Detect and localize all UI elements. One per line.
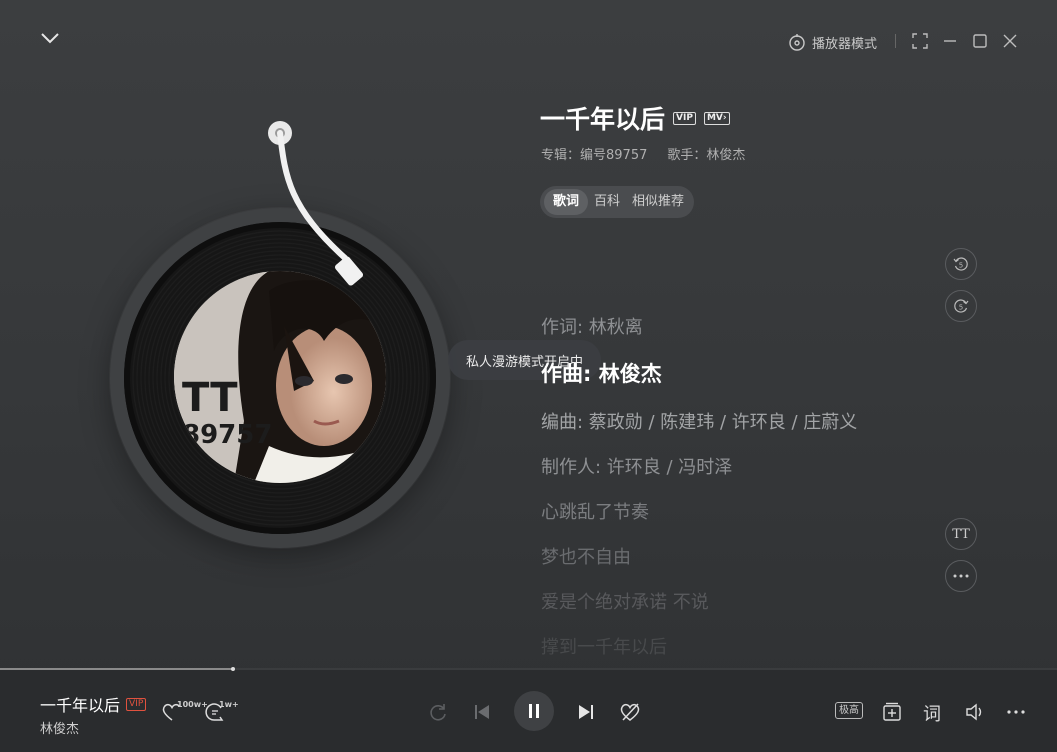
lyrics-toggle-button[interactable]: 词 xyxy=(923,700,941,726)
ellipsis-icon xyxy=(953,574,969,578)
fullscreen-icon xyxy=(912,33,928,49)
tab-wiki[interactable]: 百科 xyxy=(588,189,626,215)
album-cover[interactable]: 89757 TT xyxy=(174,271,386,483)
collapse-button[interactable] xyxy=(38,28,62,48)
comment-count: 1w+ xyxy=(219,700,239,709)
album-art-image: 89757 TT xyxy=(174,271,386,483)
player-mode-button[interactable]: 播放器模式 xyxy=(788,32,877,52)
vip-badge: VIP xyxy=(673,111,696,125)
song-meta: 专辑：编号89757 歌手：林俊杰 xyxy=(541,144,745,163)
minimize-button[interactable] xyxy=(940,31,960,51)
now-playing-artist[interactable]: 林俊杰 xyxy=(40,718,79,737)
more-options-button[interactable] xyxy=(945,560,977,592)
font-size-icon: TT xyxy=(952,526,970,542)
lyric-rewind-button[interactable]: 5 xyxy=(945,248,977,280)
vinyl-icon xyxy=(789,34,805,51)
lyric-line[interactable]: 爱是个绝对承诺 不说 xyxy=(541,588,709,614)
lyric-line[interactable]: 编曲: 蔡政勋 / 陈建玮 / 许环良 / 庄蔚义 xyxy=(541,408,857,434)
topbar-divider xyxy=(895,34,896,48)
repeat-icon xyxy=(430,704,446,721)
album-link[interactable]: 专辑：编号89757 xyxy=(541,144,647,163)
close-button[interactable] xyxy=(1000,31,1020,51)
lyric-line[interactable]: 作词: 林秋离 xyxy=(541,313,643,339)
more-button[interactable] xyxy=(1004,700,1028,724)
add-to-playlist-button[interactable] xyxy=(880,700,904,724)
forward-5s-icon: 5 xyxy=(954,299,969,313)
now-playing-title-row: 一千年以后 VIP xyxy=(40,692,147,716)
svg-text:5: 5 xyxy=(959,304,963,312)
lyric-line[interactable]: 制作人: 许环良 / 冯时泽 xyxy=(541,453,732,479)
player-mode-label: 播放器模式 xyxy=(812,36,878,52)
lyric-line[interactable]: 梦也不自由 xyxy=(541,543,631,569)
minimize-icon xyxy=(944,40,956,42)
add-playlist-icon xyxy=(883,702,901,721)
next-icon xyxy=(579,705,593,719)
volume-button[interactable] xyxy=(963,700,987,724)
fullscreen-button[interactable] xyxy=(910,31,930,51)
repeat-button[interactable] xyxy=(426,700,450,724)
tab-similar[interactable]: 相似推荐 xyxy=(626,189,690,215)
lyric-line[interactable]: 心跳乱了节奏 xyxy=(541,498,649,524)
pause-button[interactable] xyxy=(514,691,554,731)
pause-icon xyxy=(529,704,539,718)
close-icon xyxy=(1003,34,1017,48)
ellipsis-icon xyxy=(1007,710,1025,714)
maximize-button[interactable] xyxy=(970,31,990,51)
speaker-icon xyxy=(966,703,982,721)
font-size-button[interactable]: TT xyxy=(945,518,977,550)
album-cover-mark: TT xyxy=(182,375,238,421)
previous-icon xyxy=(475,705,489,719)
artist-link[interactable]: 歌手：林俊杰 xyxy=(667,144,745,163)
mv-badge[interactable]: MV› xyxy=(703,111,730,125)
now-playing-title[interactable]: 一千年以后 xyxy=(40,692,120,716)
song-title: 一千年以后 xyxy=(540,105,666,134)
broken-heart-icon xyxy=(620,703,640,721)
song-title-row: 一千年以后 VIP MV› xyxy=(540,100,730,136)
tonearm-icon xyxy=(268,121,364,286)
quality-button[interactable]: 极高 xyxy=(835,702,863,719)
lyric-forward-button[interactable]: 5 xyxy=(945,290,977,322)
svg-text:5: 5 xyxy=(959,262,963,270)
progress-fill xyxy=(0,668,233,670)
dislike-button[interactable] xyxy=(618,700,642,724)
next-button[interactable] xyxy=(574,700,598,724)
info-tabs: 歌词 百科 相似推荐 xyxy=(540,186,695,218)
rewind-5s-icon: 5 xyxy=(953,257,968,271)
maximize-icon xyxy=(973,34,987,48)
previous-button[interactable] xyxy=(470,700,494,724)
tab-lyrics[interactable]: 歌词 xyxy=(544,189,589,215)
progress-handle[interactable] xyxy=(230,667,235,671)
tonearm xyxy=(260,118,380,298)
lyric-line[interactable]: 撑到一千年以后 xyxy=(541,633,667,659)
vip-badge: VIP xyxy=(126,697,147,711)
chevron-down-icon xyxy=(41,33,59,44)
lyric-line-active[interactable]: 作曲: 林俊杰 xyxy=(541,358,662,388)
